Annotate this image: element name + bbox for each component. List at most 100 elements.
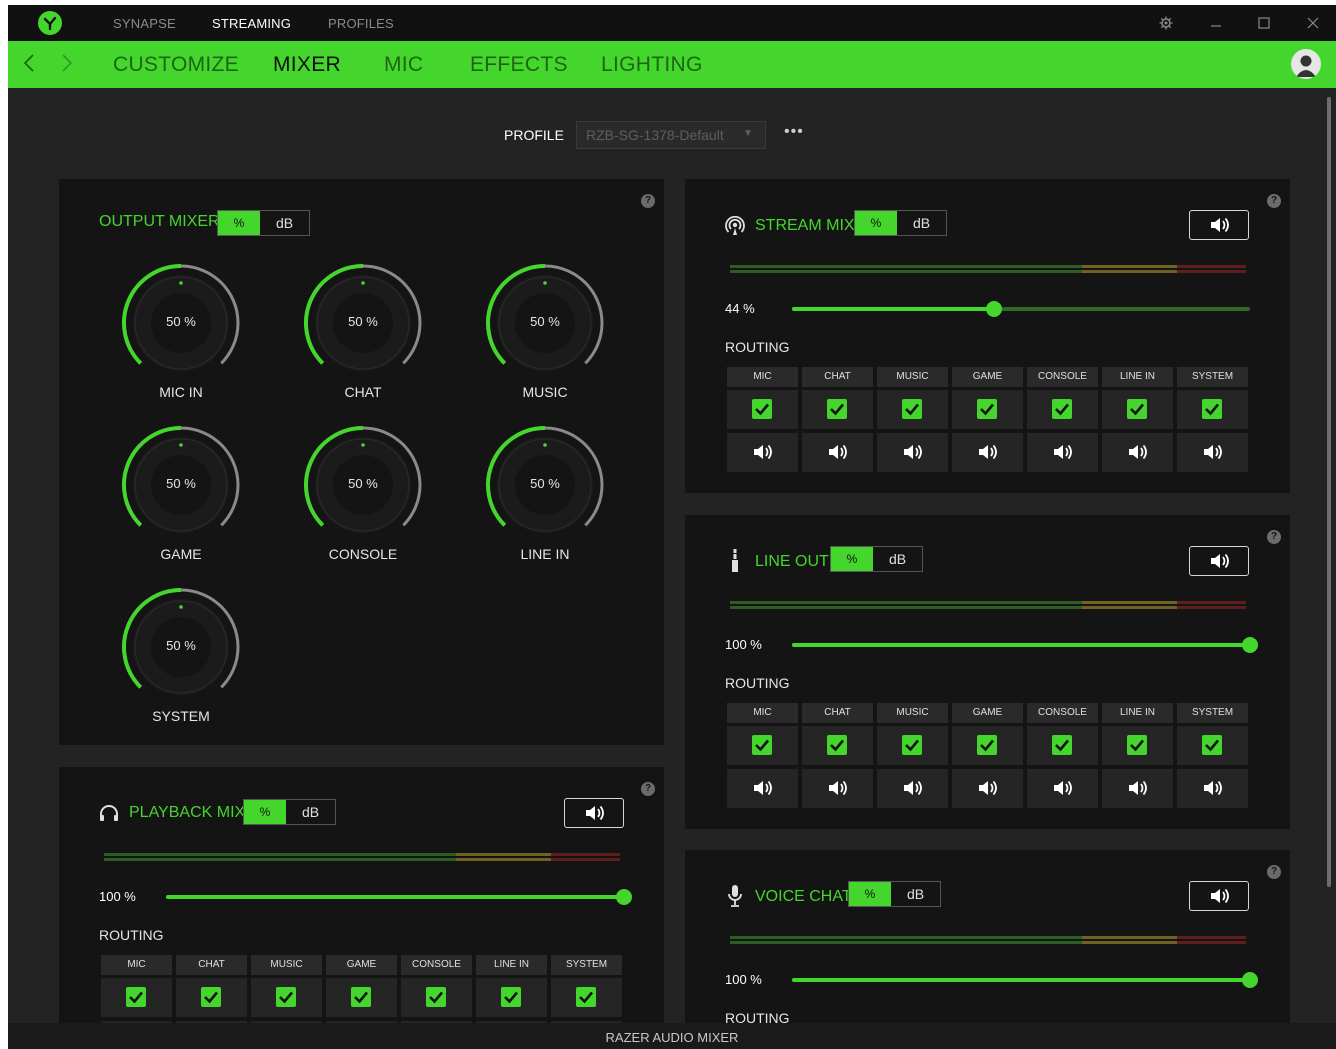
close-icon[interactable] bbox=[1303, 13, 1323, 33]
volume-knob[interactable]: 50 % bbox=[483, 423, 607, 547]
route-mute-button[interactable] bbox=[952, 433, 1023, 472]
route-checkbox[interactable] bbox=[1027, 726, 1098, 765]
settings-gear-icon[interactable] bbox=[1156, 13, 1176, 33]
route-mute-button[interactable] bbox=[727, 769, 798, 808]
help-icon[interactable]: ? bbox=[641, 782, 655, 796]
nav-tab-lighting[interactable]: LIGHTING bbox=[601, 53, 703, 77]
nav-tab-customize[interactable]: CUSTOMIZE bbox=[113, 53, 239, 77]
route-mute-button[interactable] bbox=[1102, 769, 1173, 808]
route-mute-button[interactable] bbox=[877, 433, 948, 472]
mute-button[interactable] bbox=[1189, 210, 1249, 240]
percent-option[interactable]: % bbox=[849, 882, 891, 906]
back-arrow-icon[interactable] bbox=[22, 51, 36, 80]
route-checkbox[interactable] bbox=[1177, 390, 1248, 429]
route-checkbox[interactable] bbox=[551, 978, 622, 1017]
route-mute-button[interactable] bbox=[1027, 769, 1098, 808]
percent-option[interactable]: % bbox=[244, 800, 286, 824]
volume-slider[interactable] bbox=[792, 301, 1250, 317]
vertical-scrollbar[interactable] bbox=[1327, 97, 1331, 887]
mute-button[interactable] bbox=[1189, 881, 1249, 911]
check-icon bbox=[1202, 399, 1222, 419]
volume-knob[interactable]: 50 % bbox=[119, 585, 243, 709]
route-mute-button[interactable] bbox=[802, 433, 873, 472]
unit-toggle[interactable]: % dB bbox=[848, 881, 941, 907]
route-mute-button[interactable] bbox=[1177, 769, 1248, 808]
route-checkbox[interactable] bbox=[326, 978, 397, 1017]
nav-tab-mic[interactable]: MIC bbox=[384, 53, 423, 77]
tab-profiles[interactable]: PROFILES bbox=[328, 16, 394, 31]
slider-thumb[interactable] bbox=[1242, 637, 1258, 653]
db-option[interactable]: dB bbox=[873, 547, 922, 571]
nav-tab-effects[interactable]: EFFECTS bbox=[470, 53, 568, 77]
unit-toggle[interactable]: % dB bbox=[243, 799, 336, 825]
volume-knob[interactable]: 50 % bbox=[483, 261, 607, 385]
route-checkbox[interactable] bbox=[952, 390, 1023, 429]
unit-toggle[interactable]: % dB bbox=[217, 210, 310, 236]
nav-tab-mixer[interactable]: MIXER bbox=[273, 53, 341, 77]
route-mute-button[interactable] bbox=[727, 433, 798, 472]
route-checkbox[interactable] bbox=[802, 726, 873, 765]
maximize-icon[interactable] bbox=[1254, 13, 1274, 33]
route-checkbox[interactable] bbox=[727, 726, 798, 765]
profile-dropdown[interactable]: RZB-SG-1378-Default ▼ bbox=[576, 121, 766, 149]
route-checkbox[interactable] bbox=[1177, 726, 1248, 765]
route-checkbox[interactable] bbox=[727, 390, 798, 429]
volume-knob[interactable]: 50 % bbox=[301, 423, 425, 547]
slider-thumb[interactable] bbox=[986, 301, 1002, 317]
db-option[interactable]: dB bbox=[286, 800, 335, 824]
db-option[interactable]: dB bbox=[891, 882, 940, 906]
route-checkbox[interactable] bbox=[1102, 726, 1173, 765]
volume-slider[interactable] bbox=[792, 972, 1258, 988]
help-icon[interactable]: ? bbox=[1267, 865, 1281, 879]
unit-toggle[interactable]: % dB bbox=[854, 210, 947, 236]
db-option[interactable]: dB bbox=[897, 211, 946, 235]
routing-column-header: GAME bbox=[952, 703, 1023, 723]
broadcast-icon bbox=[725, 215, 745, 241]
volume-knob[interactable]: 50 % bbox=[119, 261, 243, 385]
help-icon[interactable]: ? bbox=[1267, 530, 1281, 544]
volume-slider[interactable] bbox=[792, 637, 1258, 653]
mute-button[interactable] bbox=[564, 798, 624, 828]
route-checkbox[interactable] bbox=[877, 390, 948, 429]
db-option[interactable]: dB bbox=[260, 211, 309, 235]
route-mute-button[interactable] bbox=[1177, 433, 1248, 472]
route-checkbox[interactable] bbox=[476, 978, 547, 1017]
more-options-icon[interactable]: ••• bbox=[784, 123, 804, 141]
mute-button[interactable] bbox=[1189, 546, 1249, 576]
percent-option[interactable]: % bbox=[218, 211, 260, 235]
user-avatar[interactable] bbox=[1291, 49, 1321, 79]
routing-column-header: CHAT bbox=[802, 367, 873, 387]
forward-arrow-icon[interactable] bbox=[60, 51, 74, 80]
route-checkbox[interactable] bbox=[1027, 390, 1098, 429]
check-icon bbox=[201, 987, 221, 1007]
route-checkbox[interactable] bbox=[401, 978, 472, 1017]
unit-toggle[interactable]: % dB bbox=[830, 546, 923, 572]
route-mute-button[interactable] bbox=[802, 769, 873, 808]
slider-thumb[interactable] bbox=[1242, 972, 1258, 988]
route-checkbox[interactable] bbox=[802, 390, 873, 429]
help-icon[interactable]: ? bbox=[641, 194, 655, 208]
route-checkbox[interactable] bbox=[952, 726, 1023, 765]
tab-streaming[interactable]: STREAMING bbox=[212, 16, 291, 31]
route-checkbox[interactable] bbox=[1102, 390, 1173, 429]
volume-slider[interactable] bbox=[166, 889, 632, 905]
route-mute-button[interactable] bbox=[877, 769, 948, 808]
route-checkbox[interactable] bbox=[251, 978, 322, 1017]
route-mute-button[interactable] bbox=[1102, 433, 1173, 472]
check-icon bbox=[501, 987, 521, 1007]
minimize-icon[interactable] bbox=[1206, 13, 1226, 33]
volume-knob[interactable]: 50 % bbox=[119, 423, 243, 547]
tab-synapse[interactable]: SYNAPSE bbox=[113, 16, 176, 31]
slider-thumb[interactable] bbox=[616, 889, 632, 905]
route-checkbox[interactable] bbox=[101, 978, 172, 1017]
help-icon[interactable]: ? bbox=[1267, 194, 1281, 208]
route-mute-button[interactable] bbox=[952, 769, 1023, 808]
route-mute-button[interactable] bbox=[1027, 433, 1098, 472]
level-meter bbox=[730, 936, 1246, 946]
percent-option[interactable]: % bbox=[831, 547, 873, 571]
route-checkbox[interactable] bbox=[877, 726, 948, 765]
percent-option[interactable]: % bbox=[855, 211, 897, 235]
volume-knob[interactable]: 50 % bbox=[301, 261, 425, 385]
knob-value: 50 % bbox=[166, 476, 196, 491]
route-checkbox[interactable] bbox=[176, 978, 247, 1017]
